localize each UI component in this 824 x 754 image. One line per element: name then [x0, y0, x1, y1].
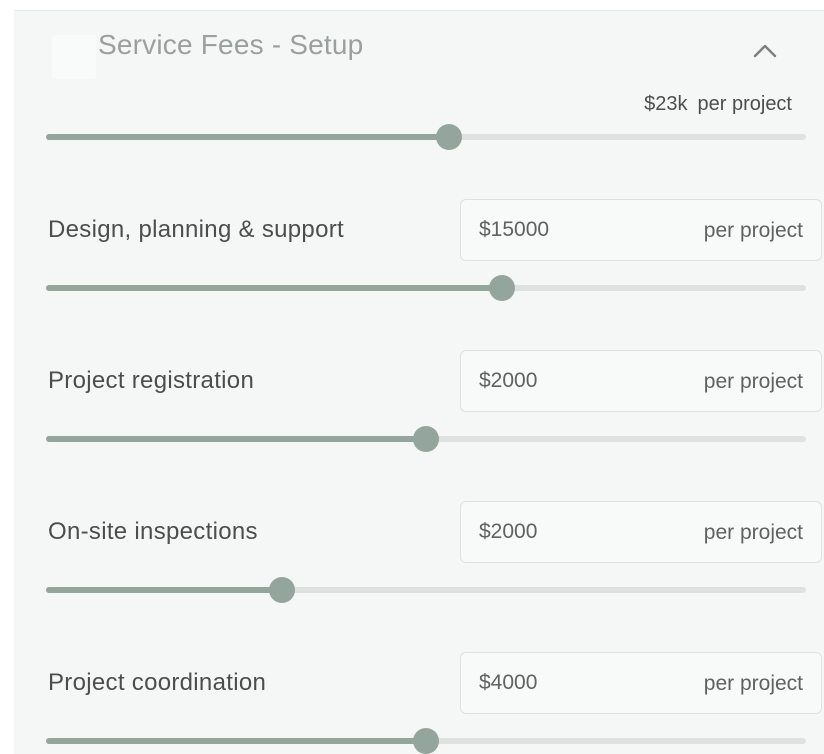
slider-project-registration[interactable]	[46, 426, 806, 452]
slider-thumb[interactable]	[413, 426, 439, 452]
chevron-up-icon[interactable]	[750, 39, 780, 61]
slider-thumb[interactable]	[489, 275, 515, 301]
fee-box-design-planning-support: per project	[460, 199, 822, 261]
fee-label-project-registration: Project registration	[48, 367, 255, 394]
fee-input-on-site-inspections[interactable]	[479, 502, 639, 562]
fee-unit: per project	[703, 219, 803, 242]
fee-label-design-planning-support: Design, planning & support	[48, 216, 344, 243]
section-title: Service Fees - Setup	[98, 29, 364, 60]
slider-fill	[46, 436, 426, 442]
total-slider[interactable]	[46, 124, 806, 150]
fee-box-project-registration: per project	[460, 350, 822, 412]
slider-fill	[46, 587, 282, 593]
fee-box-on-site-inspections: per project	[460, 501, 822, 563]
slider-thumb[interactable]	[268, 577, 295, 603]
fee-box-project-coordination: per project	[460, 652, 822, 714]
fee-unit: per project	[703, 521, 803, 544]
slider-fill	[46, 134, 449, 140]
service-fees-panel: Service Fees - Setup $23k per project Des…	[14, 10, 824, 754]
slider-thumb[interactable]	[413, 728, 439, 754]
slider-fill	[46, 738, 426, 744]
fee-input-design-planning-support[interactable]	[479, 200, 639, 260]
total-amount: $23k	[644, 93, 688, 115]
slider-on-site-inspections[interactable]	[46, 577, 806, 603]
slider-project-coordination[interactable]	[46, 728, 806, 754]
fee-label-on-site-inspections: On-site inspections	[48, 518, 258, 545]
slider-design-planning-support[interactable]	[46, 275, 806, 301]
fee-input-project-coordination[interactable]	[479, 653, 639, 713]
total-fee: $23k per project	[644, 93, 792, 116]
section-checkbox[interactable]	[52, 35, 96, 79]
fee-unit: per project	[703, 672, 803, 695]
slider-thumb[interactable]	[435, 124, 462, 150]
slider-fill	[46, 285, 502, 291]
total-unit: per project	[697, 93, 793, 115]
fee-input-project-registration[interactable]	[479, 351, 639, 411]
fee-label-project-coordination: Project coordination	[48, 669, 267, 696]
fee-unit: per project	[703, 370, 803, 393]
